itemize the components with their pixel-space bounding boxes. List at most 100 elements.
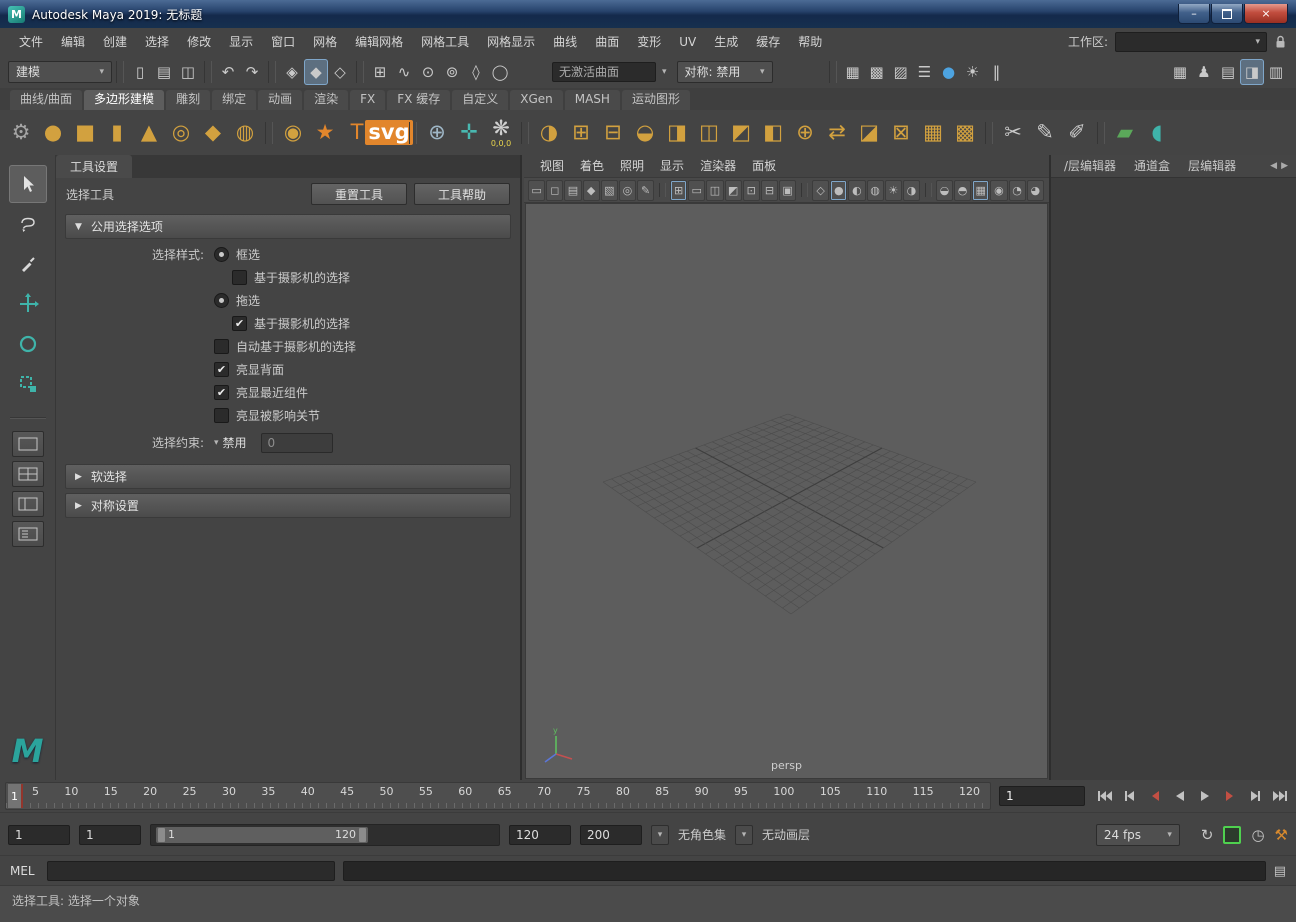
textured-icon[interactable]: ◐ <box>848 179 866 201</box>
layout-split-pane-button[interactable] <box>11 491 44 517</box>
shelf-tab-11[interactable]: 运动图形 <box>621 90 690 110</box>
viewport-menu-1[interactable]: 着色 <box>572 153 612 179</box>
menu-item-15[interactable]: 生成 <box>705 29 747 55</box>
lighting-icon[interactable]: ☀ <box>884 179 902 201</box>
render-settings-icon[interactable]: ☰ <box>913 59 937 85</box>
connect-tool-icon[interactable]: ✎ <box>1029 114 1061 152</box>
menu-item-11[interactable]: 曲线 <box>544 29 586 55</box>
mel-language-button[interactable]: MEL <box>10 864 39 878</box>
smooth-icon[interactable]: ◒ <box>629 114 661 152</box>
viewport-menu-4[interactable]: 渲染器 <box>692 153 744 179</box>
menu-set-dropdown[interactable]: 建模 ▾ <box>8 60 112 83</box>
separate-icon[interactable]: ⊟ <box>597 114 629 152</box>
affected-joints-label[interactable]: 亮显被影响关节 <box>236 407 320 424</box>
locator-axis-icon[interactable]: ✛ <box>453 114 485 152</box>
camera-based-checkbox-2[interactable]: ✔ <box>232 316 247 331</box>
pause-icon[interactable]: ‖ <box>985 59 1009 85</box>
shelf-tab-1[interactable]: 多边形建模 <box>84 90 165 110</box>
character-set-menu-button[interactable]: ▾ <box>651 824 669 845</box>
reset-tool-button[interactable]: 重置工具 <box>311 183 407 205</box>
ipr-render-icon[interactable]: ▨ <box>889 59 913 85</box>
viewport-menu-5[interactable]: 面板 <box>744 153 784 179</box>
viewport-canvas[interactable]: y persp <box>525 203 1048 779</box>
range-start-handle[interactable] <box>158 827 165 842</box>
tool-help-button[interactable]: 工具帮助 <box>414 183 510 205</box>
workspace-dropdown[interactable]: ▾ <box>1115 31 1267 52</box>
safe-action-icon[interactable]: ⊟ <box>760 179 779 201</box>
shelf-tab-7[interactable]: FX 缓存 <box>387 90 451 110</box>
right-panel-tab-0[interactable]: /层编辑器 <box>1055 156 1125 177</box>
menu-item-2[interactable]: 创建 <box>94 29 136 55</box>
poly-cone-icon[interactable]: ▲ <box>133 114 165 152</box>
camera-lock-icon[interactable]: ◻ <box>546 179 564 201</box>
anim-layer-value[interactable]: 无动画层 <box>762 826 810 843</box>
menu-item-1[interactable]: 编辑 <box>52 29 94 55</box>
constraint-number-field[interactable]: 0 <box>260 432 333 453</box>
mirror-icon[interactable]: ◧ <box>757 114 789 152</box>
common-selection-section-header[interactable]: ▼ 公用选择选项 <box>65 214 511 239</box>
snap-to-view-plane-icon[interactable]: ◊ <box>464 59 488 85</box>
redo-icon[interactable]: ↷ <box>240 59 264 85</box>
render-current-frame-icon[interactable]: ▩ <box>865 59 889 85</box>
shelf-gear-icon[interactable]: ⚙ <box>5 114 37 152</box>
render-view-icon[interactable]: ▦ <box>841 59 865 85</box>
new-scene-icon[interactable]: ▯ <box>128 59 152 85</box>
affected-joints-checkbox[interactable] <box>214 408 229 423</box>
shaded-icon[interactable]: ● <box>830 179 848 201</box>
drag-radio[interactable] <box>214 293 229 308</box>
tab-scroll-left-icon[interactable]: ◀ <box>1270 161 1277 171</box>
default-material-icon[interactable]: ◍ <box>866 179 884 201</box>
humanik-icon[interactable]: ♟ <box>1192 59 1216 85</box>
snap-to-projected-center-icon[interactable]: ⊚ <box>440 59 464 85</box>
snap-to-grid-icon[interactable]: ⊞ <box>368 59 392 85</box>
go-to-start-button[interactable] <box>1093 786 1116 806</box>
shelf-tab-10[interactable]: MASH <box>564 90 620 110</box>
field-chart-icon[interactable]: ⊡ <box>742 179 760 201</box>
auto-camera-label[interactable]: 自动基于摄影机的选择 <box>236 338 356 355</box>
auto-keyframe-icon[interactable] <box>1223 825 1242 844</box>
combine-icon[interactable]: ⊞ <box>565 114 597 152</box>
shadows-icon[interactable]: ◑ <box>902 179 921 201</box>
menu-item-17[interactable]: 帮助 <box>789 29 831 55</box>
scale-tool-button[interactable] <box>9 365 47 403</box>
lasso-tool-button[interactable] <box>9 205 47 243</box>
grid-icon[interactable]: ⊞ <box>670 179 688 201</box>
current-frame-marker[interactable]: 1 <box>8 784 23 808</box>
soft-select-section-header[interactable]: ▶ 软选择 <box>65 464 511 489</box>
menu-item-9[interactable]: 网格工具 <box>412 29 478 55</box>
wireframe-icon[interactable]: ◇ <box>812 179 830 201</box>
hypershade-icon[interactable]: ● <box>937 59 961 85</box>
preferences-wrench-icon[interactable]: ⚒ <box>1275 826 1288 844</box>
measure-distance-icon[interactable]: ⊕ <box>421 114 453 152</box>
drag-label[interactable]: 拖选 <box>236 292 260 309</box>
snap-to-point-icon[interactable]: ⊙ <box>416 59 440 85</box>
platonic-solid-icon[interactable]: ◉ <box>277 114 309 152</box>
minimize-button[interactable]: – <box>1178 4 1210 24</box>
select-camera-icon[interactable]: ▭ <box>528 179 546 201</box>
gate-mask-icon[interactable]: ◩ <box>724 179 742 201</box>
close-button[interactable]: × <box>1244 4 1288 24</box>
current-frame-field[interactable]: 1 <box>999 786 1085 806</box>
menu-item-12[interactable]: 曲面 <box>586 29 628 55</box>
light-editor-icon[interactable]: ☀ <box>961 59 985 85</box>
camera-based-label-2[interactable]: 基于摄影机的选择 <box>254 315 350 332</box>
poly-torus-icon[interactable]: ◎ <box>165 114 197 152</box>
menu-item-0[interactable]: 文件 <box>10 29 52 55</box>
tab-scroll-right-icon[interactable]: ▶ <box>1281 161 1288 171</box>
maximize-button[interactable] <box>1211 4 1243 24</box>
viewport-menu-2[interactable]: 照明 <box>612 153 652 179</box>
channel-box-icon[interactable]: ▥ <box>1264 59 1288 85</box>
play-backwards-button[interactable] <box>1168 786 1191 806</box>
range-bar[interactable]: 1 120 <box>156 826 368 843</box>
animation-end-field[interactable]: 200 <box>580 824 642 845</box>
menu-item-10[interactable]: 网格显示 <box>478 29 544 55</box>
object-mode-icon[interactable]: ◆ <box>304 58 328 85</box>
attribute-editor-icon[interactable]: ▤ <box>1216 59 1240 85</box>
multi-cut-icon[interactable]: ✂ <box>997 114 1029 152</box>
auto-camera-checkbox[interactable] <box>214 339 229 354</box>
character-set-value[interactable]: 无角色集 <box>678 826 726 843</box>
xray-icon[interactable]: ◕ <box>1026 179 1044 201</box>
remesh-icon[interactable]: ▦ <box>917 114 949 152</box>
live-surface-field[interactable]: 无激活曲面 <box>552 61 656 82</box>
shelf-tab-2[interactable]: 雕刻 <box>166 90 211 110</box>
